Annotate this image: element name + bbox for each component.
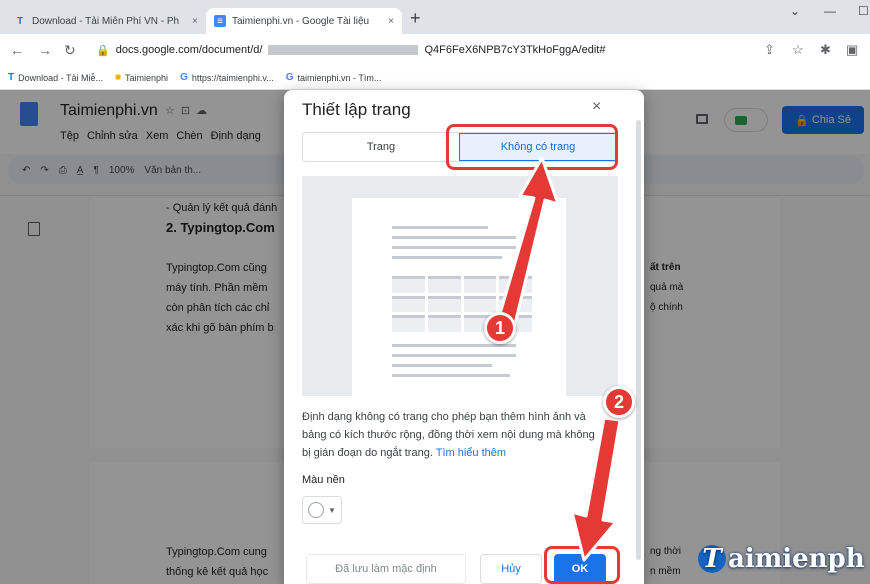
step-2-badge: 2 — [603, 386, 635, 418]
tab-label: Taimienphi.vn - Google Tài liệu — [232, 15, 370, 27]
address-bar[interactable]: 🔒 docs.google.com/document/d/ Q4F6FeX6NP… — [96, 38, 756, 62]
highlight-pageless-tab — [446, 124, 618, 170]
bookmark-label: Taimienphi — [125, 72, 169, 83]
dialog-title: Thiết lập trang — [302, 100, 411, 119]
pageless-description: Định dạng không có trang cho phép bạn th… — [302, 411, 595, 459]
url-prefix: docs.google.com/document/d/ — [115, 44, 263, 56]
google-icon: G — [285, 72, 294, 83]
background-color-picker[interactable]: ▼ — [302, 496, 342, 524]
minimize-icon[interactable]: — — [824, 4, 836, 18]
bookmark-item[interactable]: ■ Taimienphi — [115, 72, 168, 83]
bookmark-item[interactable]: G taimienphi.vn - Tìm... — [286, 72, 382, 83]
bookmarks-bar: T Download - Tải Miễ... ■ Taimienphi G h… — [0, 66, 870, 90]
color-swatch — [308, 502, 324, 518]
bookmark-label: Download - Tải Miễ... — [18, 72, 103, 83]
bookmark-label: https://taimienphi.v... — [191, 72, 274, 83]
tab-label: Download - Tải Miễn Phí VN - Ph — [32, 15, 180, 27]
google-icon: G — [180, 72, 188, 83]
taimienphi-bookmark-icon: T — [8, 72, 15, 83]
maximize-icon[interactable]: ☐ — [858, 4, 869, 18]
browser-tab-docs[interactable]: ≡ Taimienphi.vn - Google Tài liệu × — [206, 8, 402, 34]
browser-tab-download[interactable]: T Download - Tải Miễn Phí VN - Ph × — [6, 8, 206, 34]
highlight-ok-button — [544, 546, 620, 584]
lock-icon: 🔒 — [96, 44, 110, 57]
tab-close-icon[interactable]: × — [192, 16, 198, 27]
step-1-badge: 1 — [484, 312, 516, 344]
share-page-icon[interactable]: ⇪ — [764, 42, 775, 58]
forward-icon[interactable]: → — [38, 42, 52, 58]
background-color-label: Màu nền — [302, 474, 345, 486]
taimienphi-favicon-icon: T — [16, 15, 24, 27]
tab-pages[interactable]: Trang — [303, 133, 459, 161]
docs-favicon-icon: ≡ — [214, 15, 226, 27]
url-redacted-segment — [268, 45, 419, 55]
pageless-preview — [302, 176, 618, 396]
back-icon[interactable]: ← — [10, 42, 24, 58]
bookmark-item[interactable]: T Download - Tải Miễ... — [8, 72, 103, 83]
taimienphi-watermark: Taimienph — [698, 544, 865, 574]
reload-icon[interactable]: ↻ — [64, 42, 76, 58]
learn-more-link[interactable]: Tìm hiểu thêm — [436, 447, 506, 459]
sidepanel-icon[interactable]: ▣ — [846, 42, 858, 58]
bookmark-label: taimienphi.vn - Tìm... — [297, 72, 382, 83]
chevron-down-icon[interactable]: ⌄ — [790, 4, 800, 18]
set-default-button[interactable]: Đã lưu làm mặc định — [306, 554, 466, 584]
tab-close-icon[interactable]: × — [388, 16, 394, 27]
browser-tab-bar: T Download - Tải Miễn Phí VN - Ph × ≡ Ta… — [0, 0, 870, 34]
chevron-down-icon: ▼ — [328, 505, 336, 515]
star-icon[interactable]: ☆ — [792, 42, 804, 58]
url-suffix: Q4F6FeX6NPB7cY3TkHoFggA/edit# — [424, 44, 606, 56]
preview-sheet — [352, 198, 566, 396]
browser-toolbar: ← → ↻ 🔒 docs.google.com/document/d/ Q4F6… — [0, 34, 870, 66]
dialog-scrollbar[interactable] — [636, 120, 641, 560]
close-icon[interactable]: × — [592, 98, 601, 116]
extensions-icon[interactable]: ✱ — [820, 42, 831, 58]
new-tab-button[interactable]: + — [410, 8, 421, 28]
bookmark-item[interactable]: G https://taimienphi.v... — [180, 72, 274, 83]
folder-icon: ■ — [114, 72, 122, 83]
cancel-button[interactable]: Hủy — [480, 554, 542, 584]
